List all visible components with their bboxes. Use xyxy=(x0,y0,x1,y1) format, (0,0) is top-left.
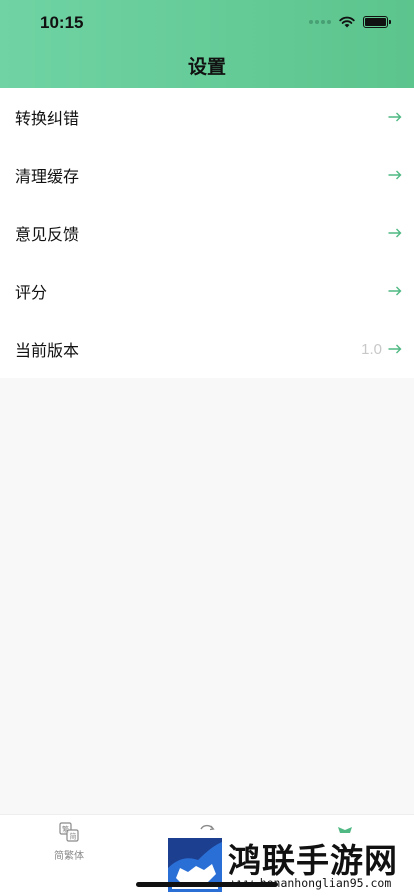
tab-convert[interactable]: 繁 简 简繁体 xyxy=(0,821,138,862)
settings-item-label: 意见反馈 xyxy=(15,225,80,244)
settings-item-label: 当前版本 xyxy=(15,341,80,360)
settings-item-current-version[interactable]: 当前版本 1.0 xyxy=(0,320,414,378)
settings-item-label: 评分 xyxy=(15,283,48,302)
settings-item-trailing xyxy=(388,228,402,238)
settings-item-trailing xyxy=(388,112,402,122)
convert-icon: 繁 简 xyxy=(59,822,79,842)
arrow-right-icon xyxy=(388,228,402,238)
arrow-right-icon xyxy=(388,286,402,296)
settings-list: 转换纠错 清理缓存 意见反馈 评分 当前版本 1.0 xyxy=(0,88,414,378)
home-indicator xyxy=(136,882,278,887)
arrow-right-icon xyxy=(388,112,402,122)
battery-icon xyxy=(363,16,391,28)
settings-item-clear-cache[interactable]: 清理缓存 xyxy=(0,146,414,204)
wifi-icon xyxy=(339,16,355,28)
settings-item-label: 转换纠错 xyxy=(15,109,80,128)
version-value: 1.0 xyxy=(361,340,382,358)
watermark-title: 鸿联手游网 xyxy=(228,841,398,880)
status-indicators xyxy=(309,16,391,28)
settings-item-trailing xyxy=(388,170,402,180)
tab-label: 简繁体 xyxy=(54,851,84,862)
status-time: 10:15 xyxy=(40,13,84,32)
arrow-right-icon xyxy=(388,344,402,354)
settings-item-trailing xyxy=(388,286,402,296)
header: 10:15 设置 xyxy=(0,0,414,88)
status-bar: 10:15 xyxy=(0,0,414,44)
arrow-right-icon xyxy=(388,170,402,180)
settings-item-conversion-correction[interactable]: 转换纠错 xyxy=(0,88,414,146)
svg-text:简: 简 xyxy=(70,832,77,841)
settings-item-label: 清理缓存 xyxy=(15,167,80,186)
svg-text:繁: 繁 xyxy=(62,825,69,834)
page-title: 设置 xyxy=(187,56,226,78)
cellular-signal-icon xyxy=(309,20,331,24)
settings-item-rating[interactable]: 评分 xyxy=(0,262,414,320)
settings-item-trailing: 1.0 xyxy=(361,341,402,358)
settings-item-feedback[interactable]: 意见反馈 xyxy=(0,204,414,262)
